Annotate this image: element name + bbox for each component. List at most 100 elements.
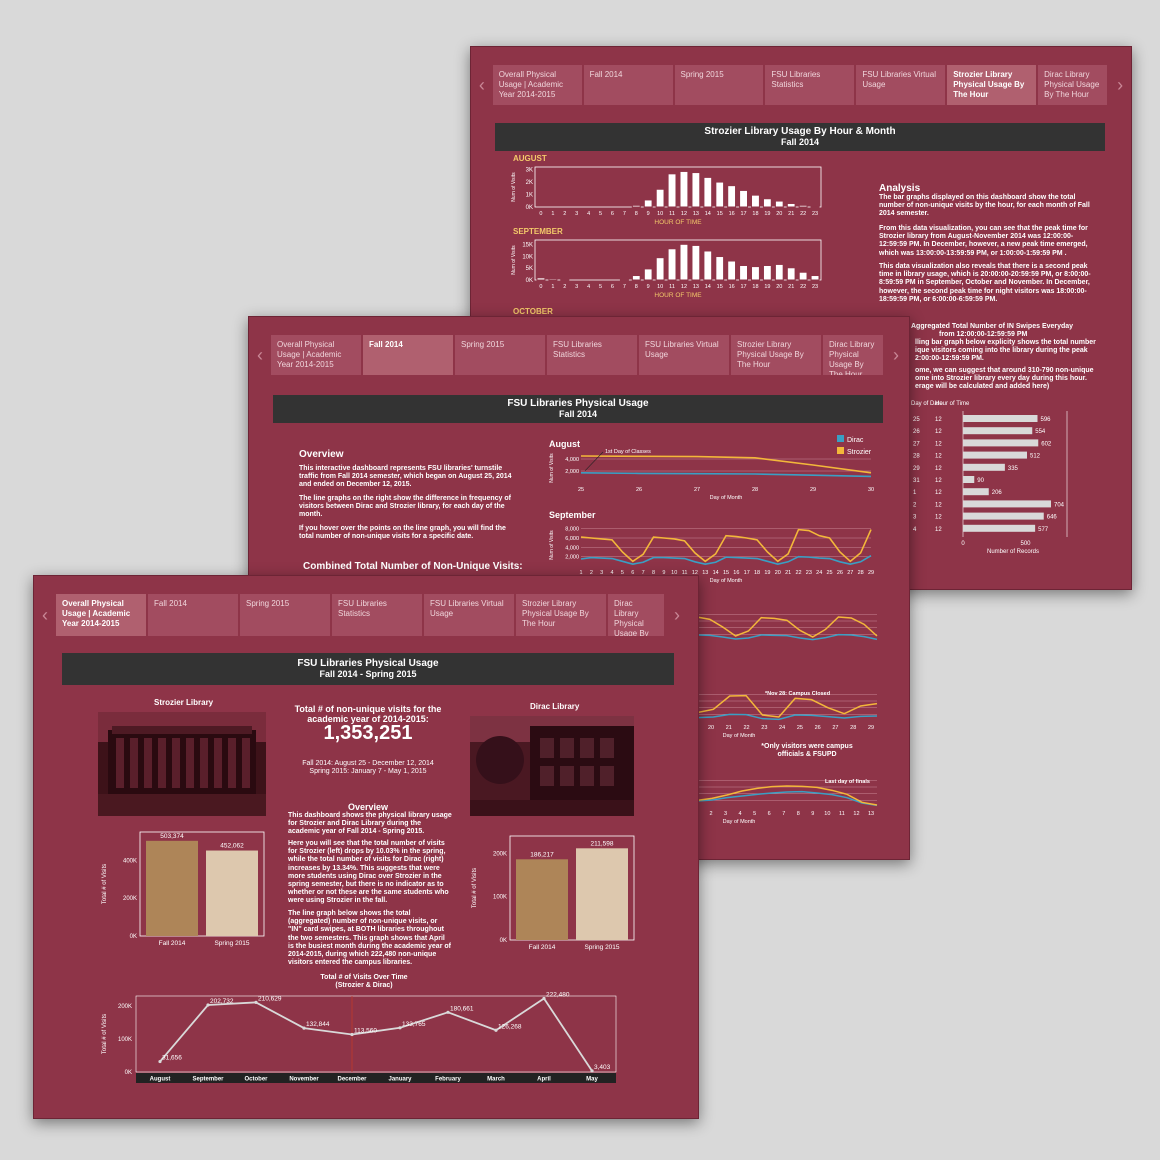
x-tick-label: 24 <box>779 725 785 731</box>
x-axis-label: Day of Month <box>710 578 743 584</box>
x-tick-label: 6 <box>768 811 771 817</box>
aggregated-text-2: ique visitors coming into the library du… <box>915 347 1088 354</box>
y-tick-label: 15K <box>522 243 533 249</box>
dirac-library-label: Dirac Library <box>530 702 580 711</box>
x-tick-label: 1 <box>551 284 554 290</box>
bar <box>679 170 689 208</box>
y-tick-label: 200K <box>123 896 137 902</box>
bar-value-label: 554 <box>1035 429 1046 435</box>
x-tick-label: 28 <box>752 487 758 493</box>
row-hour: 12 <box>935 454 942 460</box>
chevron-right-icon[interactable]: › <box>666 594 688 636</box>
tab-fall-2014[interactable]: Fall 2014 <box>363 335 453 375</box>
bar <box>643 199 653 208</box>
tab-statistics[interactable]: FSU Libraries Statistics <box>765 65 855 105</box>
tab-overall[interactable]: Overall Physical Usage | Academic Year 2… <box>56 594 146 636</box>
row-hour: 12 <box>935 478 942 484</box>
page-title: FSU Libraries Physical Usage <box>507 398 649 409</box>
page-subtitle: Fall 2014 <box>558 409 598 419</box>
chevron-left-icon[interactable]: ‹ <box>471 65 493 105</box>
x-axis-label: HOUR OF TIME <box>654 219 702 226</box>
tab-spring-2015[interactable]: Spring 2015 <box>455 335 545 375</box>
row-hour: 12 <box>935 502 942 508</box>
x-tick-label: December <box>337 1077 367 1083</box>
spring-date-range: Spring 2015: January 7 - May 1, 2015 <box>309 768 427 775</box>
y-axis-label: Num of Visits <box>549 453 555 483</box>
bar <box>963 427 1033 435</box>
row-day: 26 <box>913 429 920 435</box>
daily-line-chart-october <box>696 614 878 641</box>
chevron-right-icon[interactable]: › <box>885 335 907 375</box>
analysis-paragraph-3: This data visualization also reveals tha… <box>879 263 1091 303</box>
chevron-left-icon[interactable]: ‹ <box>34 594 56 636</box>
tab-virtual-usage[interactable]: FSU Libraries Virtual Usage <box>424 594 514 636</box>
tab-strozier-hourly[interactable]: Strozier Library Physical Usage By The H… <box>731 335 821 375</box>
bar <box>963 500 1051 508</box>
series-line-strozier <box>696 694 878 718</box>
tab-overall[interactable]: Overall Physical Usage | Academic Year 2… <box>492 65 582 105</box>
legend-item-dirac[interactable]: Dirac <box>837 435 871 444</box>
tab-strozier-hourly[interactable]: Strozier Library Physical Usage By The H… <box>947 65 1037 105</box>
bar <box>751 266 760 281</box>
x-tick-label: 15 <box>717 284 723 290</box>
dashboard-overall: ‹ Overall Physical Usage | Academic Year… <box>33 575 699 1119</box>
tab-strozier-hourly[interactable]: Strozier Library Physical Usage By The H… <box>516 594 606 636</box>
tab-spring-2015[interactable]: Spring 2015 <box>240 594 330 636</box>
x-tick-label: 23 <box>806 570 812 576</box>
data-label: 210,629 <box>258 995 282 1002</box>
overview-paragraph-1: This dashboard shows the physical librar… <box>288 812 452 836</box>
chevron-left-icon[interactable]: ‹ <box>249 335 271 375</box>
tab-dirac-hourly[interactable]: Dirac Library Physical Usage By The Hour <box>1038 65 1108 105</box>
x-tick-label: 7 <box>623 211 626 217</box>
bar-spring-2015 <box>206 850 258 936</box>
chevron-right-icon[interactable]: › <box>1109 65 1131 105</box>
data-label: 180,661 <box>450 1005 474 1012</box>
y-tick-label: 0K <box>130 934 137 940</box>
y-tick-label: 10K <box>522 254 533 260</box>
y-tick-label: 2K <box>526 180 533 186</box>
y-axis-label: Total # of Visits <box>472 868 478 908</box>
tab-statistics[interactable]: FSU Libraries Statistics <box>332 594 422 636</box>
dirac-library-photo <box>470 716 634 816</box>
x-tick-label: 23 <box>812 211 818 217</box>
x-tick-label: 6 <box>611 211 614 217</box>
x-tick-label: 13 <box>702 570 708 576</box>
x-tick-label: 16 <box>733 570 739 576</box>
tab-spring-2015[interactable]: Spring 2015 <box>674 65 764 105</box>
tab-fall-2014[interactable]: Fall 2014 <box>148 594 238 636</box>
line-chart-subtitle: (Strozier & Dirac) <box>335 982 393 989</box>
story-tab-bar: ‹ Overall Physical Usage | Academic Year… <box>471 65 1131 105</box>
month-label-august: August <box>549 439 580 449</box>
x-tick-label: 17 <box>740 211 746 217</box>
aggregated-title: Aggregated Total Number of IN Swipes Eve… <box>911 323 1074 330</box>
x-tick-label: 10 <box>824 811 830 817</box>
tab-dirac-hourly[interactable]: Dirac Library Physical Usage By The Hour <box>608 594 664 636</box>
tab-statistics[interactable]: FSU Libraries Statistics <box>547 335 637 375</box>
row-hour: 12 <box>935 441 942 447</box>
overview-title: Overview <box>347 802 389 812</box>
strozier-library-photo <box>98 712 266 816</box>
x-tick-label: September <box>192 1077 224 1083</box>
overview-paragraph-2: Here you will see that the total number … <box>288 840 449 905</box>
x-tick-label: 0 <box>539 211 542 217</box>
tab-overall[interactable]: Overall Physical Usage | Academic Year 2… <box>271 335 361 375</box>
x-tick-label: 13 <box>693 284 699 290</box>
x-tick-label: August <box>150 1077 171 1083</box>
x-tick-label: 23 <box>812 284 818 290</box>
tab-virtual-usage[interactable]: FSU Libraries Virtual Usage <box>856 65 946 105</box>
overview-paragraph-3: The line graph below shows the total (ag… <box>288 910 451 967</box>
y-axis-label: Num of Visits <box>549 530 555 560</box>
data-label: 202,732 <box>210 998 234 1005</box>
tab-fall-2014[interactable]: Fall 2014 <box>583 65 673 105</box>
bar <box>963 488 989 496</box>
x-tick-label: 22 <box>800 211 806 217</box>
tab-virtual-usage[interactable]: FSU Libraries Virtual Usage <box>639 335 729 375</box>
row-day: 2 <box>913 502 917 508</box>
strozier-semester-bar-chart: Total # of Visits 400K 200K 0K 503,374 Fall 2… <box>102 831 265 947</box>
bar-outline <box>620 278 629 281</box>
x-tick-label: 18 <box>752 211 758 217</box>
tab-dirac-hourly[interactable]: Dirac Library Physical Usage By The Hour <box>823 335 883 375</box>
legend-swatch-dirac <box>837 435 844 442</box>
y-tick-label: 400K <box>123 858 137 864</box>
analysis-paragraph-2: From this data visualization, you can se… <box>879 225 1088 257</box>
